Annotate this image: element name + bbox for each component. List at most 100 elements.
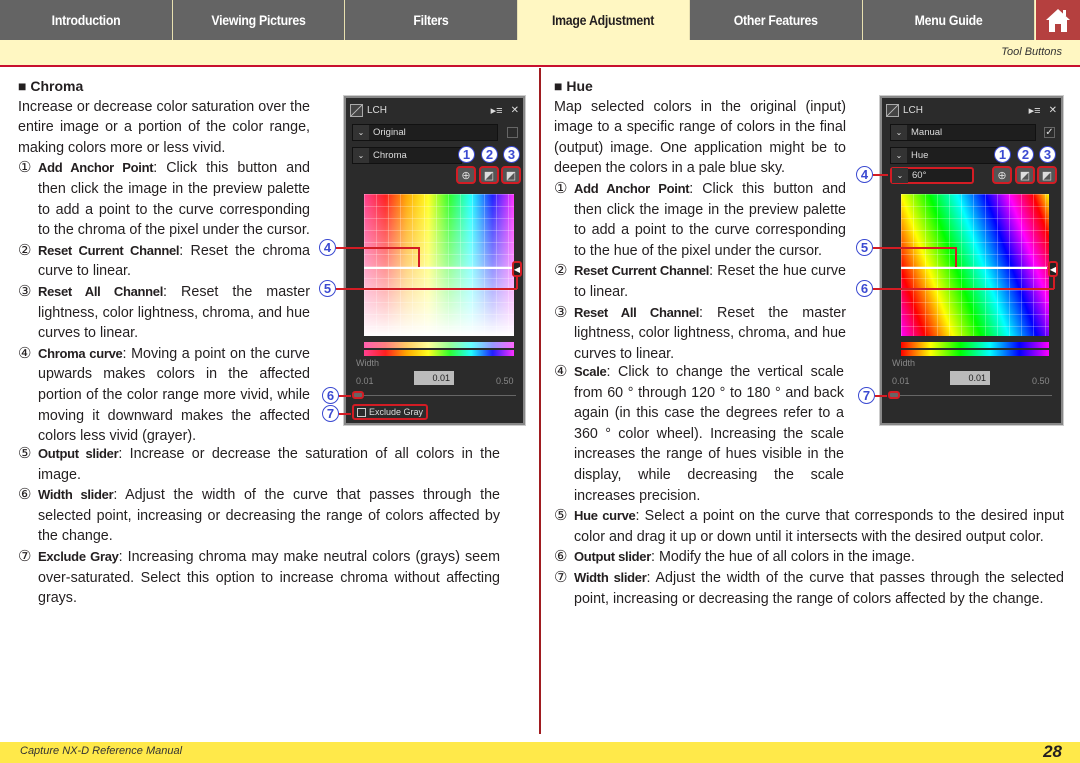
callout-7: 7 — [322, 405, 339, 422]
width-value-field[interactable]: 0.01 — [950, 371, 990, 385]
panel-menu-icon[interactable]: ▸≡ — [1029, 104, 1041, 117]
page-number: 28 — [1043, 742, 1062, 761]
panel-menu-icon[interactable]: ▸≡ — [491, 104, 503, 117]
input-color-strip — [364, 350, 514, 356]
header-bar: Introduction Viewing Pictures Filters Im… — [0, 0, 1080, 67]
hue-item: ① Add Anchor Point: Click this button and… — [554, 179, 846, 259]
chroma-lch-panel: LCH ▸≡ ✕ ⌄ Original ⌄ Chroma ⊕ ◩ ◩ ◀ Width 0… — [344, 96, 525, 425]
nav-tabs: Introduction Viewing Pictures Filters Im… — [0, 0, 1035, 40]
tab-image-adjustment[interactable]: Image Adjustment — [517, 0, 690, 40]
reset-current-channel-button[interactable]: ◩ — [479, 166, 499, 184]
chroma-curve-graph[interactable] — [364, 194, 514, 336]
close-icon[interactable]: ✕ — [1049, 105, 1057, 116]
channel-dropdown[interactable]: ⌄ Chroma — [352, 147, 462, 164]
width-max: 0.50 — [496, 376, 514, 386]
manual-title: Capture NX-D Reference Manual — [20, 745, 183, 757]
callout-1: 1 — [458, 146, 475, 163]
callout-3: 3 — [1039, 146, 1056, 163]
reset-curve-icon: ◩ — [1019, 169, 1031, 182]
reset-all-channel-button[interactable]: ◩ — [1037, 166, 1057, 184]
hue-lch-panel: LCH ▸≡ ✕ ⌄ Manual ✓ ⌄ Hue ⌄ 60° ⊕ ◩ ◩ ◀ Width… — [880, 96, 1063, 425]
home-icon — [1046, 9, 1070, 32]
close-icon[interactable]: ✕ — [511, 105, 519, 116]
hue-item: ⑤ Hue curve: Select a point on the curve … — [554, 507, 1064, 545]
mode-dropdown[interactable]: ⌄ Original — [352, 124, 498, 141]
chevron-down-icon: ⌄ — [891, 148, 907, 163]
chroma-item: ④ Chroma curve: Moving a point on the cur… — [18, 344, 310, 445]
callout-2: 2 — [1017, 146, 1034, 163]
footer-bar: Capture NX-D Reference Manual 28 — [0, 742, 1080, 763]
output-color-strip — [901, 342, 1049, 348]
width-slider-track[interactable] — [356, 395, 516, 396]
hue-section: ■ Hue Map selected colors in the origina… — [554, 76, 846, 364]
hue-heading: ■ Hue — [554, 78, 593, 94]
chroma-item: ⑥ Width slider: Adjust the width of the c… — [18, 486, 500, 545]
hue-item: ⑦ Width slider: Adjust the width of the c… — [554, 568, 1064, 607]
lch-logo-icon — [350, 103, 363, 117]
chroma-section: ■ Chroma Increase or decrease color satu… — [18, 76, 310, 447]
callout-6: 6 — [322, 387, 339, 404]
channel-dropdown[interactable]: ⌄ Hue — [890, 147, 1000, 164]
exclude-gray-checkbox[interactable]: Exclude Gray — [352, 404, 429, 420]
add-anchor-point-button[interactable]: ⊕ — [456, 166, 476, 184]
width-slider-track[interactable] — [892, 395, 1052, 396]
scale-dropdown[interactable]: ⌄ 60° — [890, 167, 974, 184]
reset-all-icon: ◩ — [505, 169, 517, 182]
hue-curve-graph[interactable] — [901, 194, 1049, 336]
chroma-item: ② Reset Current Channel: Reset the chroma… — [18, 241, 310, 280]
callout-6: 6 — [856, 280, 873, 297]
hue-item: ② Reset Current Channel: Reset the hue cu… — [554, 262, 846, 300]
reset-curve-icon: ◩ — [483, 169, 495, 182]
enable-checkbox[interactable]: ✓ — [1044, 127, 1055, 138]
width-value-field[interactable]: 0.01 — [414, 371, 454, 385]
reset-all-icon: ◩ — [1041, 169, 1053, 182]
width-min: 0.01 — [892, 376, 910, 386]
tool-buttons-link[interactable]: Tool Buttons — [1001, 46, 1062, 58]
crosshair-icon: ⊕ — [461, 169, 471, 182]
width-slider-thumb[interactable] — [352, 391, 364, 399]
tab-introduction[interactable]: Introduction — [0, 0, 173, 40]
chroma-section-cont: ⑤ Output slider: Increase or decrease the… — [18, 444, 500, 609]
hue-intro: Map selected colors in the original (inp… — [554, 98, 846, 177]
width-max: 0.50 — [1032, 376, 1050, 386]
chevron-down-icon: ⌄ — [891, 125, 907, 140]
tab-other-features[interactable]: Other Features — [690, 0, 863, 40]
callout-4: 4 — [856, 166, 873, 183]
tab-filters[interactable]: Filters — [345, 0, 518, 40]
output-slider-handle[interactable]: ◀ — [512, 261, 522, 277]
add-anchor-point-button[interactable]: ⊕ — [992, 166, 1012, 184]
callout-7: 7 — [858, 387, 875, 404]
home-button[interactable] — [1036, 0, 1080, 40]
lch-logo-icon — [886, 103, 899, 117]
chroma-item: ⑦ Exclude Gray: Increasing chroma may mak… — [18, 547, 500, 607]
hue-item: ⑥ Output slider: Modify the hue of all co… — [554, 548, 915, 566]
tab-menu-guide[interactable]: Menu Guide — [862, 0, 1035, 40]
callout-2: 2 — [481, 146, 498, 163]
mode-dropdown[interactable]: ⌄ Manual — [890, 124, 1036, 141]
width-slider-thumb[interactable] — [888, 391, 900, 399]
output-slider-handle[interactable]: ◀ — [1048, 261, 1058, 277]
enable-checkbox[interactable] — [507, 127, 518, 138]
chevron-down-icon: ⌄ — [353, 125, 369, 140]
reset-current-channel-button[interactable]: ◩ — [1015, 166, 1035, 184]
hue-item: ③ Reset All Channel: Reset the master lig… — [554, 303, 846, 362]
chroma-item: ③ Reset All Channel: Reset the master lig… — [18, 282, 310, 342]
crosshair-icon: ⊕ — [997, 169, 1007, 182]
width-label: Width — [356, 358, 380, 368]
chevron-down-icon: ⌄ — [353, 148, 369, 163]
chevron-down-icon: ⌄ — [892, 168, 908, 183]
column-divider — [539, 68, 541, 734]
chroma-item: ① Add Anchor Point: Click this button and… — [18, 159, 310, 239]
reset-all-channel-button[interactable]: ◩ — [501, 166, 521, 184]
tab-viewing-pictures[interactable]: Viewing Pictures — [172, 0, 345, 40]
panel-title: LCH — [903, 104, 924, 116]
chroma-curve[interactable] — [364, 267, 512, 269]
chroma-heading: ■ Chroma — [18, 78, 84, 94]
callout-5: 5 — [319, 280, 336, 297]
chroma-item: ⑤ Output slider: Increase or decrease the… — [18, 445, 500, 483]
hue-curve[interactable] — [901, 267, 1047, 269]
callout-1: 1 — [994, 146, 1011, 163]
chroma-intro: Increase or decrease color saturation ov… — [18, 98, 310, 156]
width-min: 0.01 — [356, 376, 374, 386]
width-label: Width — [892, 358, 916, 368]
